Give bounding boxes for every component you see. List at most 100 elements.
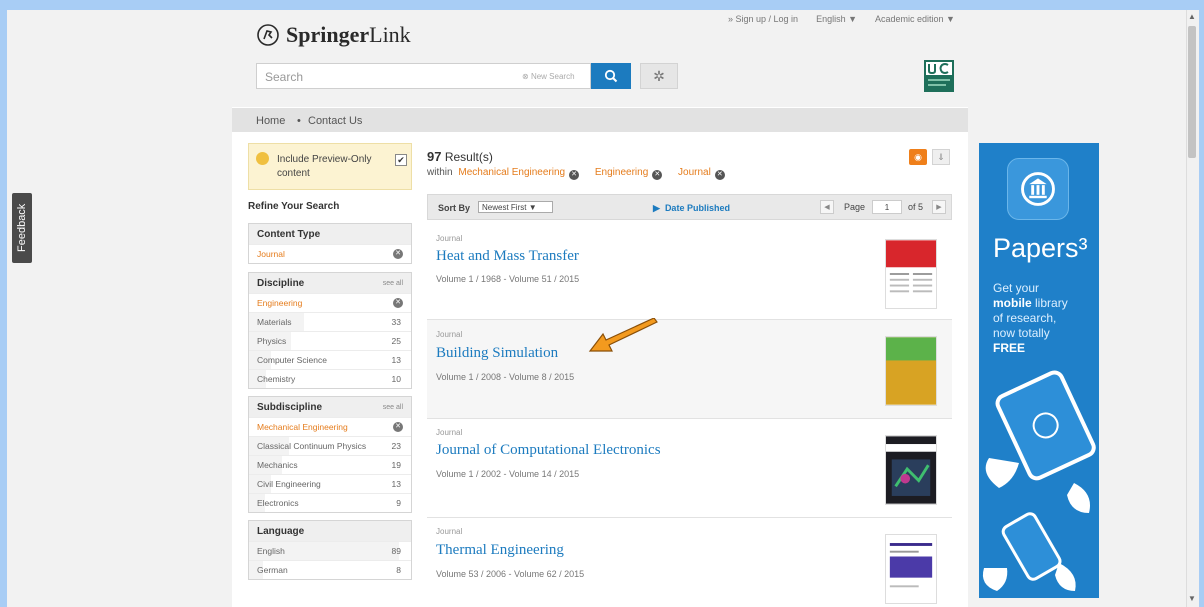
springer-horse-icon xyxy=(257,24,279,46)
remove-filter-icon[interactable]: ✕ xyxy=(393,249,403,259)
settings-button[interactable]: ✲ xyxy=(640,63,678,89)
window-top-border xyxy=(0,0,1204,10)
facet-item[interactable]: Computer Science 13 xyxy=(249,350,411,369)
result-item: Journal Heat and Mass Transfer Volume 1 … xyxy=(427,221,952,320)
preview-only-label: Include Preview-Only content xyxy=(277,154,372,179)
triangle-right-icon: ▶ xyxy=(653,203,660,213)
preview-only-checkbox[interactable]: ✔ xyxy=(395,154,407,166)
annotation-arrow-icon xyxy=(588,318,658,352)
breadcrumb-home[interactable]: Home xyxy=(256,115,285,127)
facet-title: Language xyxy=(257,526,305,537)
next-page-button[interactable]: ▶ xyxy=(932,200,946,214)
result-item: Journal Journal of Computational Electro… xyxy=(427,419,952,518)
cover-thumbnail[interactable] xyxy=(885,239,937,309)
sort-bar: Sort By Newest First ▼ ▶ Date Published … xyxy=(427,194,952,220)
preview-only-toggle[interactable]: Include Preview-Only content ✔ xyxy=(248,143,412,190)
sort-label: Sort By xyxy=(438,203,471,213)
edition-select[interactable]: Academic edition ▼ xyxy=(875,14,955,24)
result-meta: Volume 1 / 2008 - Volume 8 / 2015 xyxy=(436,372,575,382)
facet-item[interactable]: Mechanics 19 xyxy=(249,455,411,474)
facet-item[interactable]: Materials 33 xyxy=(249,312,411,331)
window-left-border xyxy=(0,10,7,607)
active-filters: within Mechanical Engineering ✕ Engineeri… xyxy=(427,167,735,180)
new-search-link[interactable]: ⊗ New Search xyxy=(522,72,575,81)
language-select[interactable]: English ▼ xyxy=(816,14,857,24)
result-meta: Volume 1 / 1968 - Volume 51 / 2015 xyxy=(436,274,580,284)
page-total: of 5 xyxy=(908,202,924,212)
scroll-down-arrow-icon[interactable]: ▼ xyxy=(1187,594,1197,604)
result-title-link[interactable]: Heat and Mass Transfer xyxy=(436,248,579,265)
result-title-link[interactable]: Building Simulation xyxy=(436,345,558,362)
result-item: Journal Building Simulation Volume 1 / 2… xyxy=(427,320,952,419)
refine-title: Refine Your Search xyxy=(248,201,340,212)
scroll-up-arrow-icon[interactable]: ▲ xyxy=(1187,12,1197,22)
scrollbar-thumb[interactable] xyxy=(1188,26,1196,158)
cover-thumbnail[interactable] xyxy=(885,435,937,505)
cover-thumbnail[interactable] xyxy=(885,534,937,604)
library-building-icon xyxy=(1007,158,1069,220)
facet-content-type: Content Type Journal ✕ xyxy=(248,223,412,264)
remove-filter-icon[interactable]: ✕ xyxy=(393,298,403,308)
result-type: Journal xyxy=(436,234,463,243)
gear-icon: ✲ xyxy=(653,67,665,84)
facet-item[interactable]: Physics 25 xyxy=(249,331,411,350)
logo-brand: Springer xyxy=(286,22,370,47)
remove-filter-icon[interactable]: ✕ xyxy=(714,170,725,180)
ad-devices-illustration xyxy=(982,370,1096,591)
result-title-link[interactable]: Thermal Engineering xyxy=(436,542,564,559)
ad-text: Get your mobile library of research, now… xyxy=(993,281,1068,355)
signup-login-link[interactable]: » Sign up / Log in xyxy=(728,14,798,24)
cover-thumbnail[interactable] xyxy=(885,336,937,406)
facet-language: Language English 89 German 8 xyxy=(248,520,412,580)
result-item: Journal Thermal Engineering Volume 53 / … xyxy=(427,518,952,607)
top-links: » Sign up / Log in English ▼ Academic ed… xyxy=(728,14,955,24)
breadcrumb-contact[interactable]: Contact Us xyxy=(308,115,362,127)
see-all-link[interactable]: see all xyxy=(383,404,403,411)
rss-feed-icon[interactable]: ◉ xyxy=(909,149,927,165)
ad-brand: Papers³ xyxy=(993,233,1088,263)
facet-item-mechanical-engineering[interactable]: Mechanical Engineering ✕ xyxy=(249,417,411,436)
logo-suffix: Link xyxy=(369,22,411,47)
facet-item-engineering[interactable]: Engineering ✕ xyxy=(249,293,411,312)
breadcrumb: Home • Contact Us xyxy=(232,108,968,132)
springer-link-logo[interactable]: SpringerLink xyxy=(256,22,411,48)
results-count: 97 Result(s) xyxy=(427,149,493,164)
dropdown-arrow-icon: ▼ xyxy=(528,203,537,212)
facet-item[interactable]: Civil Engineering 13 xyxy=(249,474,411,493)
download-icon[interactable]: ⇓ xyxy=(932,149,950,165)
facet-subdiscipline: Subdiscipline see all Mechanical Engineer… xyxy=(248,396,412,513)
facet-item-journal[interactable]: Journal ✕ xyxy=(249,244,411,263)
facet-item[interactable]: English 89 xyxy=(249,541,411,560)
remove-filter-icon[interactable]: ✕ xyxy=(569,170,580,180)
uc-library-logo xyxy=(924,60,954,92)
facet-title: Content Type xyxy=(257,229,321,240)
result-type: Journal xyxy=(436,330,463,339)
filter-chip: Journal xyxy=(678,167,711,178)
filter-chip: Mechanical Engineering xyxy=(458,167,566,178)
facet-title: Subdiscipline xyxy=(257,402,323,413)
result-type: Journal xyxy=(436,527,463,536)
facet-item[interactable]: German 8 xyxy=(249,560,411,579)
result-title-link[interactable]: Journal of Computational Electronics xyxy=(436,442,661,459)
date-published-toggle[interactable]: ▶ Date Published xyxy=(653,203,730,214)
papers-ad-banner[interactable]: Papers³ Get your mobile library of resea… xyxy=(979,143,1099,598)
result-meta: Volume 53 / 2006 - Volume 62 / 2015 xyxy=(436,569,585,579)
facet-discipline: Discipline see all Engineering ✕ Material… xyxy=(248,272,412,389)
previous-page-button[interactable]: ◀ xyxy=(820,200,834,214)
page-number-input[interactable]: 1 xyxy=(872,200,902,214)
new-search-label: New Search xyxy=(530,72,575,81)
sort-select[interactable]: Newest First ▼ xyxy=(478,201,553,213)
filter-chip: Engineering xyxy=(594,167,649,178)
result-meta: Volume 1 / 2002 - Volume 14 / 2015 xyxy=(436,469,580,479)
remove-filter-icon[interactable]: ✕ xyxy=(652,170,663,180)
facet-item[interactable]: Classical Continuum Physics 23 xyxy=(249,436,411,455)
see-all-link[interactable]: see all xyxy=(383,280,403,287)
result-type: Journal xyxy=(436,428,463,437)
preview-info-icon xyxy=(256,152,269,165)
facet-item[interactable]: Chemistry 10 xyxy=(249,369,411,388)
facet-item[interactable]: Electronics 9 xyxy=(249,493,411,512)
search-button[interactable] xyxy=(591,63,631,89)
remove-filter-icon[interactable]: ✕ xyxy=(393,422,403,432)
feedback-tab[interactable]: Feedback xyxy=(12,193,32,263)
breadcrumb-separator: • xyxy=(297,115,301,127)
